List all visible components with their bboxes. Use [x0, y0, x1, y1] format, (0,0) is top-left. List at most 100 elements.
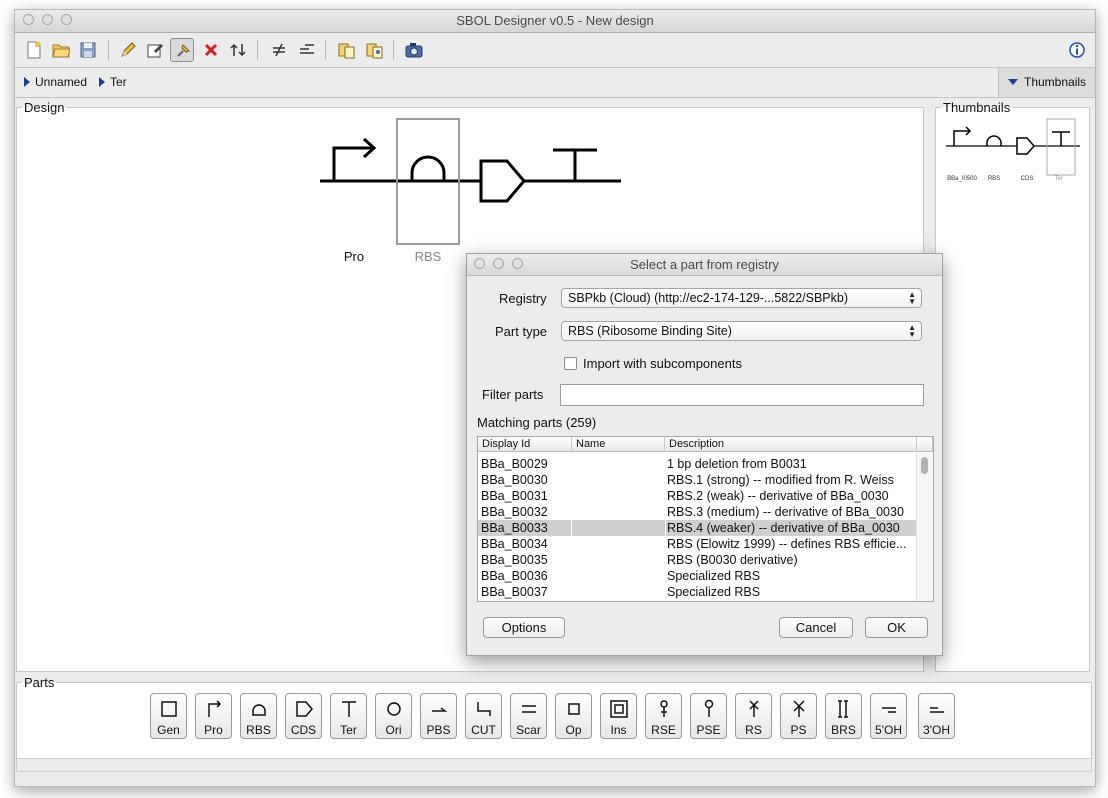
parts-panel-title: Parts: [24, 675, 55, 690]
hide-scars-icon[interactable]: [267, 38, 291, 62]
part-button-gen[interactable]: Gen: [150, 693, 187, 739]
part-button-rse[interactable]: RSE: [645, 693, 682, 739]
toolbar-separator: [325, 40, 326, 60]
import-icon[interactable]: [334, 38, 358, 62]
cell-description: RBS (B0030 derivative): [667, 553, 798, 567]
part-button-cut[interactable]: CUT: [465, 693, 502, 739]
zoom-window-button[interactable]: [61, 14, 72, 25]
table-row[interactable]: BBa_B0029 1 bp deletion from B0031: [478, 456, 917, 472]
delete-x-icon[interactable]: [199, 38, 223, 62]
breadcrumb: Unnamed Ter Thumbnails: [15, 68, 1095, 98]
options-button[interactable]: Options: [483, 617, 565, 638]
toolbar: [15, 33, 1095, 68]
dialog-minimize-button[interactable]: [493, 258, 504, 269]
thumbnail-preview[interactable]: [944, 118, 1084, 180]
cell-description: RBS.1 (strong) -- modified from R. Weiss: [667, 473, 894, 487]
promoter-glyph[interactable]: [332, 137, 377, 181]
table-row[interactable]: BBa_B0037 Specialized RBS: [478, 584, 917, 600]
registry-select[interactable]: SBPkb (Cloud) (http://ec2-174-129-...582…: [561, 288, 922, 308]
dialog-close-button[interactable]: [474, 258, 485, 269]
restriction-site-icon: [748, 700, 759, 717]
status-bar: [16, 758, 1092, 772]
export-icon[interactable]: [362, 38, 386, 62]
add-scars-icon[interactable]: [295, 38, 319, 62]
cds-glyph[interactable]: [479, 159, 526, 203]
chevron-right-icon: [99, 77, 105, 87]
table-scrollbar[interactable]: [916, 453, 933, 601]
part-button-scar[interactable]: Scar: [510, 693, 547, 739]
part-button-ins[interactable]: Ins: [600, 693, 637, 739]
import-subcomponents-checkbox[interactable]: [564, 357, 577, 370]
part-button-rs[interactable]: RS: [735, 693, 772, 739]
info-icon[interactable]: [1065, 38, 1089, 62]
column-header-description[interactable]: Description: [665, 437, 917, 452]
chevron-right-icon: [24, 77, 30, 87]
thumbnails-toggle[interactable]: Thumbnails: [998, 68, 1095, 97]
table-row[interactable]: BBa_B0031 RBS.2 (weak) -- derivative of B…: [478, 488, 917, 504]
focus-pin-icon[interactable]: [170, 38, 194, 62]
operator-icon: [567, 703, 580, 715]
parts-table[interactable]: Display Id Name Description BBa_B0029 1 b…: [477, 436, 934, 602]
table-row[interactable]: BBa_B0034 RBS (Elowitz 1999) -- defines R…: [478, 536, 917, 552]
edit-properties-icon[interactable]: [143, 38, 167, 62]
protein-stability-element-icon: [704, 699, 713, 717]
table-row[interactable]: BBa_B0036 Specialized RBS: [478, 568, 917, 584]
dialog-zoom-button[interactable]: [512, 258, 523, 269]
promoter-icon: [207, 700, 221, 717]
terminator-icon: [341, 701, 356, 717]
open-folder-icon[interactable]: [49, 38, 73, 62]
part-button-5oh[interactable]: 5'OH: [870, 693, 907, 739]
cell-description: Specialized RBS: [667, 569, 761, 583]
breadcrumb-item-ter[interactable]: Ter: [99, 68, 127, 97]
design-canvas[interactable]: [318, 115, 624, 250]
part-button-cds[interactable]: CDS: [285, 693, 322, 739]
breadcrumb-item-unnamed[interactable]: Unnamed: [24, 68, 87, 97]
part-type-label: Part type: [495, 324, 548, 339]
part-button-op[interactable]: Op: [555, 693, 592, 739]
cell-display-id: BBa_B0032: [481, 505, 548, 519]
toolbar-separator: [393, 40, 394, 60]
protease-site-icon: [792, 700, 805, 717]
part-button-pbs[interactable]: PBS: [420, 693, 457, 739]
registry-label: Registry: [499, 291, 547, 306]
ok-button[interactable]: OK: [865, 617, 928, 638]
cell-description: Specialized RBS: [667, 585, 761, 599]
terminator-glyph[interactable]: [553, 148, 597, 181]
scrollbar-thumb[interactable]: [921, 457, 928, 474]
snapshot-camera-icon[interactable]: [402, 38, 426, 62]
cell-description: RBS.3 (medium) -- derivative of BBa_0030: [667, 505, 904, 519]
thumbnails-panel-title: Thumbnails: [943, 100, 1011, 115]
thumbnail-label: RBS: [987, 176, 1001, 182]
save-icon[interactable]: [76, 38, 100, 62]
blunt-restriction-site-icon: [837, 700, 848, 718]
part-type-select[interactable]: RBS (Ribosome Binding Site) ▲ ▼: [561, 321, 922, 341]
close-window-button[interactable]: [23, 14, 34, 25]
cell-description: 1 bp deletion from B0031: [667, 457, 807, 471]
part-button-3oh[interactable]: 3'OH: [918, 693, 955, 739]
rbs-glyph[interactable]: [410, 155, 446, 181]
column-header-name[interactable]: Name: [572, 437, 665, 452]
part-button-brs[interactable]: BRS: [825, 693, 862, 739]
edit-pencil-icon[interactable]: [116, 38, 140, 62]
part-button-rbs[interactable]: RBS: [240, 693, 277, 739]
flip-arrows-icon[interactable]: [226, 38, 250, 62]
new-document-icon[interactable]: [22, 38, 46, 62]
three-prime-overhang-icon: [929, 707, 944, 713]
cancel-button[interactable]: Cancel: [779, 617, 853, 638]
filter-parts-input[interactable]: [560, 384, 924, 406]
part-button-ter[interactable]: Ter: [330, 693, 367, 739]
part-button-ori[interactable]: Ori: [375, 693, 412, 739]
table-row[interactable]: BBa_B0030 RBS.1 (strong) -- modified from…: [478, 472, 917, 488]
primer-binding-site-icon: [431, 707, 447, 712]
part-button-ps[interactable]: PS: [780, 693, 817, 739]
part-button-pse[interactable]: PSE: [690, 693, 727, 739]
table-row[interactable]: BBa_B0035 RBS (B0030 derivative): [478, 552, 917, 568]
table-row[interactable]: BBa_B0033 RBS.4 (weaker) -- derivative of…: [478, 520, 917, 536]
part-button-pro[interactable]: Pro: [195, 693, 232, 739]
table-row[interactable]: BBa_B0032 RBS.3 (medium) -- derivative of…: [478, 504, 917, 520]
updown-arrows-icon: ▲ ▼: [908, 290, 916, 306]
minimize-window-button[interactable]: [42, 14, 53, 25]
column-header-display-id[interactable]: Display Id: [478, 437, 572, 452]
cds-icon: [295, 701, 313, 717]
filter-parts-label: Filter parts: [482, 387, 544, 402]
